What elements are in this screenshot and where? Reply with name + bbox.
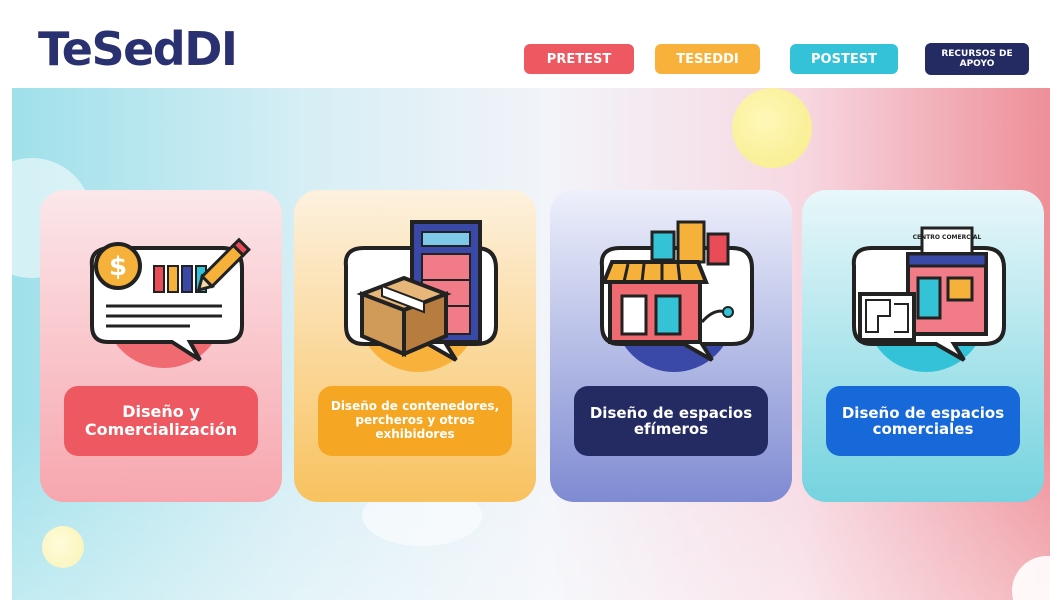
- decor-bubble: [1012, 556, 1050, 600]
- card-label: Diseño de contenedores, percheros y otro…: [318, 386, 512, 456]
- nav-postest-button[interactable]: POSTEST: [790, 44, 898, 74]
- card-diseno-contenedores[interactable]: Diseño de contenedores, percheros y otro…: [294, 190, 536, 502]
- decor-bubble: [42, 526, 84, 568]
- card-diseno-comercializacion[interactable]: $ Diseño y Comercialización: [40, 190, 282, 502]
- card-label: Diseño de espacios efímeros: [574, 386, 768, 456]
- shopping-center-blueprint-icon: CENTRO COMERCIAL: [851, 226, 1006, 372]
- app-logo[interactable]: TeSedDI: [38, 26, 238, 72]
- nav-teseddi-button[interactable]: TESEDDI: [655, 44, 760, 74]
- svg-text:$: $: [109, 252, 127, 282]
- card-label: Diseño y Comercialización: [64, 386, 258, 456]
- centro-comercial-sign: CENTRO COMERCIAL: [913, 234, 982, 241]
- nav-pretest-button[interactable]: PRETEST: [524, 44, 634, 74]
- money-document-pencil-icon: $: [89, 237, 251, 368]
- decor-bubble: [732, 88, 812, 168]
- nav-recursos-button[interactable]: RECURSOS DE APOYO: [925, 43, 1029, 75]
- card-label: Diseño de espacios comerciales: [826, 386, 1020, 456]
- storefront-kiosk-icon: [599, 220, 754, 372]
- card-diseno-espacios-comerciales[interactable]: CENTRO COMERCIAL Diseño de espacios come…: [802, 190, 1044, 502]
- box-display-shelf-icon: [343, 220, 498, 372]
- header-bar: TeSedDI PRETEST TESEDDI POSTEST RECURSOS…: [0, 0, 1050, 88]
- card-diseno-espacios-efimeros[interactable]: Diseño de espacios efímeros: [550, 190, 792, 502]
